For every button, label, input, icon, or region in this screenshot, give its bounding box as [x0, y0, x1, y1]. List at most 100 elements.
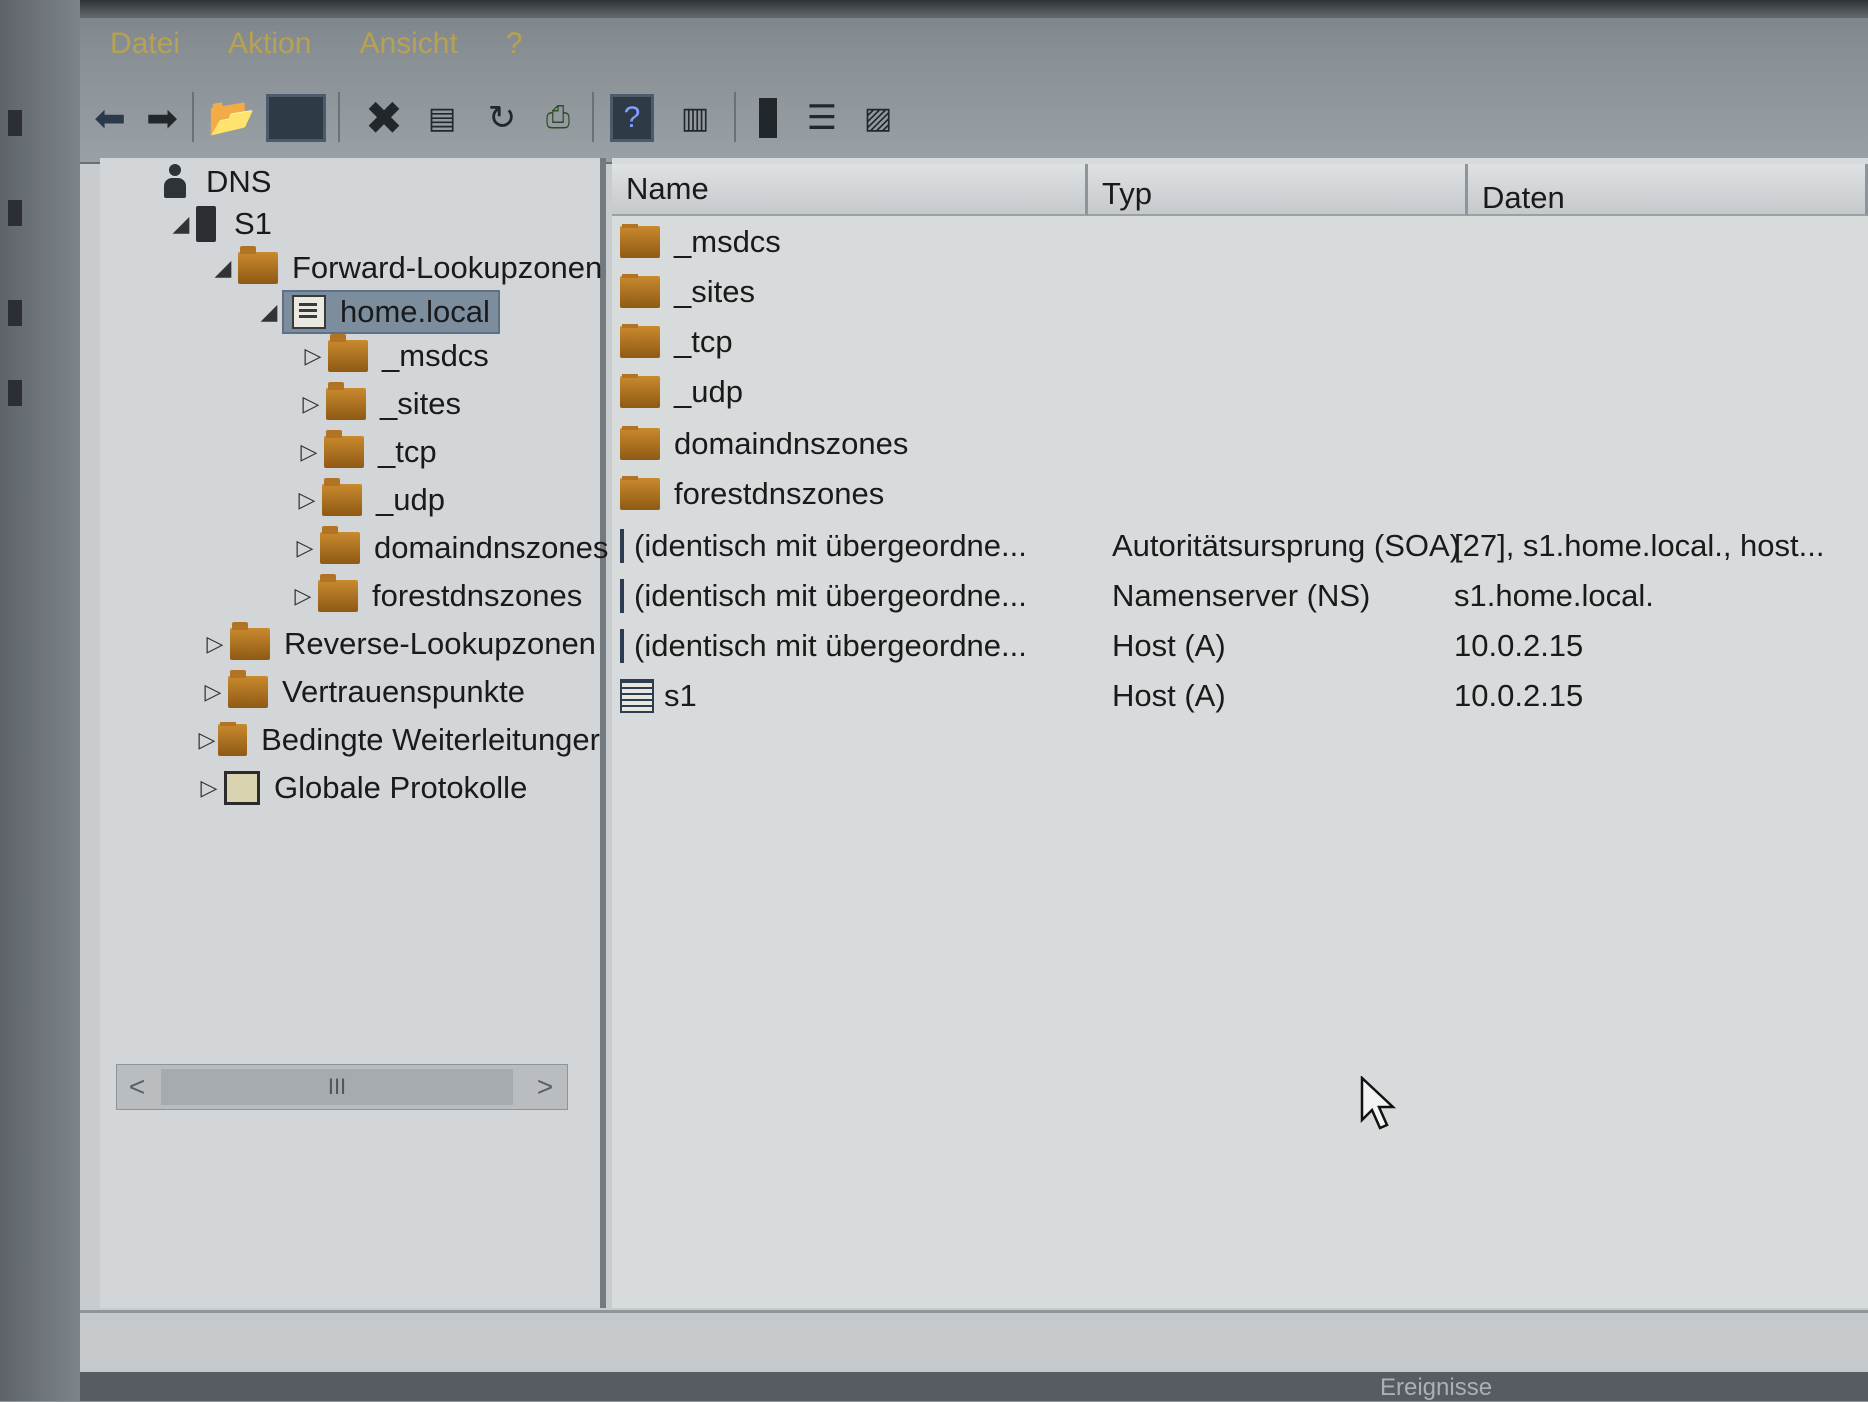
list-row[interactable]: domaindnszones [620, 420, 1024, 468]
collapsed-arrow-icon[interactable]: ▷ [290, 535, 320, 561]
toolbar-separator [734, 92, 736, 142]
expanded-arrow-icon[interactable]: ◢ [254, 299, 284, 325]
menu-help[interactable]: ? [506, 27, 523, 61]
toolbar: ⬅ ➡ 📂 ✖ ▤ ↻ ⎙ ? ▥ ☰ ▨ [80, 70, 1868, 164]
zone-properties-icon[interactable]: ▨ [856, 94, 900, 142]
list-row[interactable]: _udp [620, 368, 1024, 416]
collapsed-arrow-icon[interactable]: ▷ [196, 727, 218, 753]
list-row[interactable]: _tcp [620, 318, 1024, 366]
collapsed-arrow-icon[interactable]: ▷ [292, 487, 322, 513]
tree-item-sites[interactable]: ▷ _sites [296, 382, 461, 422]
list-row[interactable]: s1 Host (A) 10.0.2.15 [620, 672, 1860, 720]
zone-icon [292, 295, 326, 329]
scroll-right-button[interactable]: > [525, 1065, 565, 1109]
tree-label: Reverse-Lookupzonen [284, 626, 596, 661]
tree-label: Forward-Lookupzonen [292, 250, 603, 285]
row-name: _udp [674, 374, 743, 409]
folder-icon [238, 246, 278, 284]
tree-label: DNS [206, 164, 272, 199]
properties-icon[interactable]: ▤ [420, 94, 464, 142]
scroll-left-button[interactable]: < [117, 1065, 157, 1109]
background-mark [8, 300, 22, 326]
row-name: _msdcs [674, 224, 781, 259]
server-icon[interactable] [750, 94, 786, 142]
folder-icon [620, 274, 660, 308]
row-data: 10.0.2.15 [1454, 678, 1584, 713]
forward-arrow-icon[interactable]: ➡ [140, 94, 184, 142]
column-header-type[interactable]: Typ [1088, 164, 1468, 216]
taskbar-label: Ereignisse [1380, 1374, 1493, 1401]
list-view-icon[interactable]: ☰ [800, 94, 844, 142]
console-view-icon[interactable]: ▥ [670, 94, 720, 142]
background-mark [8, 200, 22, 226]
tree-label: Bedingte Weiterleitunger [261, 722, 600, 757]
selected-zone[interactable]: home.local [282, 290, 500, 334]
row-name: _tcp [674, 324, 733, 359]
collapsed-arrow-icon[interactable]: ▷ [296, 391, 326, 417]
tree-item-tcp[interactable]: ▷ _tcp [294, 430, 437, 470]
background-mark [8, 380, 22, 406]
tree-item-conditional-forwarders[interactable]: ▷ Bedingte Weiterleitunger [196, 722, 600, 758]
tree-item-reverse-lookup[interactable]: ▷ Reverse-Lookupzonen [200, 622, 596, 662]
tree-item-udp[interactable]: ▷ _udp [292, 478, 445, 518]
column-header-name[interactable]: Name [612, 164, 1088, 216]
list-row[interactable]: (identisch mit übergeordne... Host (A) 1… [620, 622, 1860, 670]
help-icon[interactable]: ? [610, 94, 654, 142]
scroll-thumb[interactable]: III [161, 1069, 513, 1105]
row-data: s1.home.local. [1454, 578, 1654, 613]
tree-item-forward-lookup[interactable]: ◢ Forward-Lookupzonen [208, 246, 603, 286]
row-name: s1 [664, 678, 697, 713]
collapsed-arrow-icon[interactable]: ▷ [298, 343, 328, 369]
tree-item-msdcs[interactable]: ▷ _msdcs [298, 334, 489, 374]
list-row[interactable]: _sites [620, 268, 1024, 316]
menu-datei[interactable]: Datei [110, 27, 180, 61]
expanded-arrow-icon[interactable]: ◢ [166, 211, 196, 237]
list-row[interactable]: forestdnszones [620, 470, 1024, 518]
tree-item-trust-points[interactable]: ▷ Vertrauenspunkte [198, 670, 525, 710]
folder-up-icon[interactable]: 📂 [208, 94, 255, 142]
tree-item-dns[interactable]: DNS [162, 164, 271, 200]
collapsed-arrow-icon[interactable]: ▷ [198, 679, 228, 705]
folder-icon [620, 426, 660, 460]
background-window-strip [0, 0, 80, 1401]
collapsed-arrow-icon[interactable]: ▷ [194, 775, 224, 801]
folder-icon [322, 478, 362, 516]
tree-item-server[interactable]: ◢ S1 [166, 206, 272, 242]
list-row[interactable]: _msdcs [620, 218, 1024, 266]
expanded-arrow-icon[interactable]: ◢ [208, 255, 238, 281]
tree-item-global-logs[interactable]: ▷ Globale Protokolle [194, 770, 527, 806]
tree-label: forestdnszones [372, 578, 583, 613]
back-arrow-icon[interactable]: ⬅ [90, 94, 130, 142]
folder-icon [217, 722, 248, 756]
record-icon [620, 529, 624, 563]
list-row[interactable]: (identisch mit übergeordne... Autoritäts… [620, 522, 1860, 570]
tree-item-zone-home-local[interactable]: ◢ home.local [254, 290, 500, 334]
console-tree-icon[interactable] [266, 94, 326, 142]
collapsed-arrow-icon[interactable]: ▷ [294, 439, 324, 465]
row-type: Namenserver (NS) [1112, 578, 1371, 613]
collapsed-arrow-icon[interactable]: ▷ [288, 583, 318, 609]
folder-icon [318, 574, 358, 612]
menu-ansicht[interactable]: Ansicht [359, 27, 457, 61]
row-type: Autoritätsursprung (SOA) [1112, 528, 1461, 563]
refresh-icon[interactable]: ↻ [480, 94, 524, 142]
dns-manager-window: Datei Aktion Ansicht ? ⬅ ➡ 📂 ✖ ▤ ↻ ⎙ ? ▥… [80, 18, 1868, 1401]
record-icon [620, 629, 624, 663]
list-row[interactable]: (identisch mit übergeordne... Namenserve… [620, 572, 1860, 620]
folder-icon [620, 224, 660, 258]
record-icon [620, 579, 624, 613]
delete-icon[interactable]: ✖ [360, 92, 408, 144]
tree-horizontal-scrollbar[interactable]: < III > [116, 1064, 568, 1110]
column-header-data[interactable]: Daten [1468, 164, 1868, 216]
row-type: Host (A) [1112, 628, 1226, 663]
taskbar-strip: Ereignisse [80, 1372, 1868, 1401]
row-data: 10.0.2.15 [1454, 628, 1584, 663]
collapsed-arrow-icon[interactable]: ▷ [200, 631, 230, 657]
tree-item-domaindnszones[interactable]: ▷ domaindnszones [290, 526, 608, 566]
server-icon [196, 206, 216, 242]
export-list-icon[interactable]: ⎙ [536, 94, 580, 142]
menu-bar: Datei Aktion Ansicht ? [80, 18, 1868, 70]
tree-item-forestdnszones[interactable]: ▷ forestdnszones [288, 574, 583, 614]
background-mark [8, 110, 22, 136]
menu-aktion[interactable]: Aktion [228, 27, 311, 61]
